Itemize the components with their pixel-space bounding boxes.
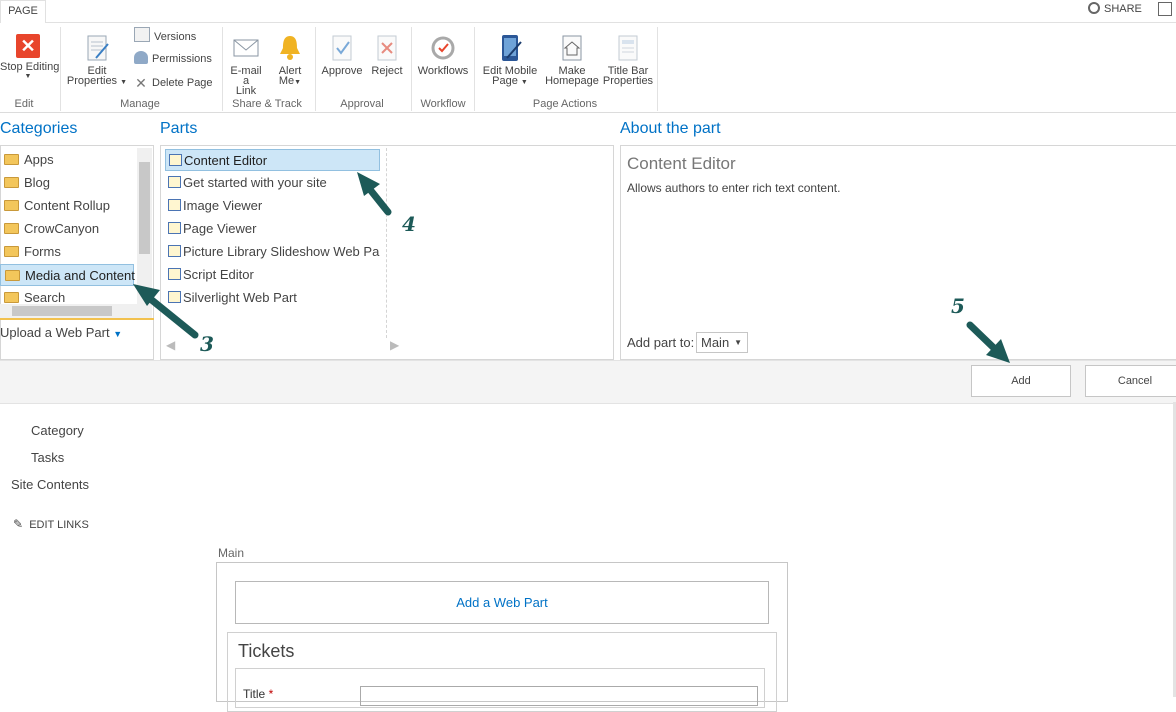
arrow-icon [357, 172, 392, 216]
arrow-icon [966, 321, 1010, 363]
annotation-step-4: 4 [402, 212, 416, 236]
annotation-step-5: 5 [951, 294, 965, 318]
arrow-icon [133, 284, 199, 339]
annotation-arrows [133, 172, 1010, 363]
annotation-step-3: 3 [200, 332, 214, 356]
